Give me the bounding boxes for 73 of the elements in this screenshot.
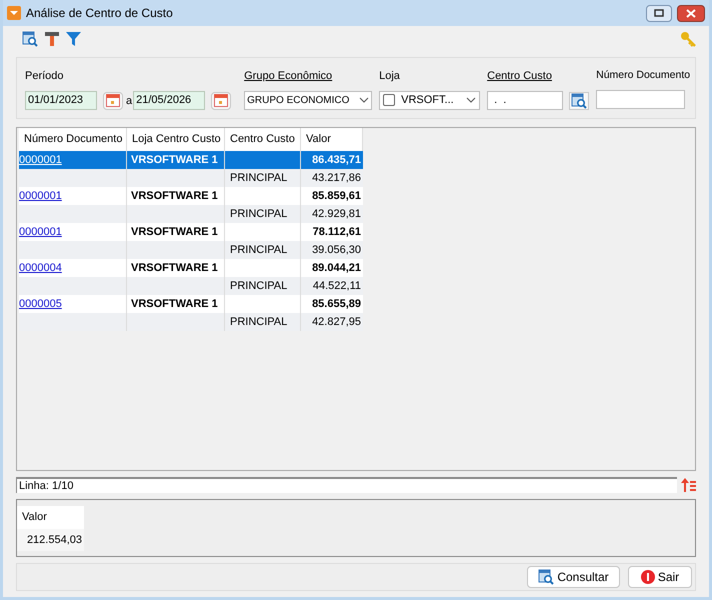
document-link[interactable]: 0000001 [19,152,62,168]
range-separator: a [126,94,132,109]
lookup-button[interactable] [569,92,590,110]
hammer-icon [44,31,60,47]
table-cell-text: 85.655,89 [312,296,361,312]
filter-icon [66,31,81,47]
document-link[interactable]: 0000005 [19,296,62,312]
field-label: Número Documento [596,68,690,83]
sort-icon [681,477,696,493]
store-dropdown[interactable]: VRSOFT... [379,90,480,110]
table-cell-text: 42.929,81 [312,206,361,222]
date-field[interactable]: 01/01/2023 [25,90,97,110]
table-row[interactable]: 0000001 VRSOFTWARE 1 78.112,61 [19,223,363,241]
status-bar: Linha: 1/10 [16,477,677,493]
app-icon [7,6,21,20]
restore-button[interactable] [646,4,672,22]
exit-button[interactable]: Sair [628,566,692,588]
tools-button[interactable] [44,31,60,47]
field-label: Período [25,69,65,84]
calendar-icon [106,94,120,107]
key-icon [680,31,696,47]
table-cell-text: 43.217,86 [312,170,361,186]
total-label: Valor [17,506,84,528]
calendar-button[interactable] [103,92,123,110]
close-button[interactable] [677,4,705,22]
search-icon [22,31,38,47]
sort-button[interactable] [681,477,696,493]
document-link[interactable]: 0000001 [19,188,62,204]
total-value: 212.554,03 [17,528,84,551]
date-field[interactable]: 21/05/2026 [133,90,206,110]
cost-center-field[interactable]: . . [487,90,564,110]
table-row[interactable]: 0000001 VRSOFTWARE 1 85.859,61 [19,187,363,205]
table-cell-text: VRSOFTWARE 1 [131,152,218,168]
table-cell-text: 44.522,11 [312,278,361,294]
search-button[interactable] [22,31,38,47]
field-label: Centro Custo [487,69,553,84]
consult-button[interactable]: Consultar [527,566,620,588]
table-cell-text: VRSOFTWARE 1 [131,296,218,312]
table-cell-text: 42.827,95 [312,314,361,330]
document-link[interactable]: 0000004 [19,260,62,276]
table-cell-text: 86.435,71 [312,152,361,168]
caret-icon [359,97,370,103]
table-cell-text: PRINCIPAL [230,170,288,186]
field-label: Loja [379,69,401,84]
calendar-button[interactable] [211,92,232,110]
table-row[interactable]: 0000004 VRSOFTWARE 1 89.044,21 [19,259,363,277]
search-icon [571,92,588,108]
table-cell-text: VRSOFTWARE 1 [131,224,218,240]
table-cell-text: PRINCIPAL [230,206,288,222]
table-cell-text: 39.056,30 [312,242,361,258]
window-title: Análise de Centro de Custo [26,5,173,22]
table-cell-text: 89.044,21 [312,260,361,276]
table-cell-text: PRINCIPAL [230,314,288,330]
table-cell-text: VRSOFTWARE 1 [131,260,218,276]
table-cell-text: PRINCIPAL [230,278,288,294]
filter-button[interactable] [66,31,81,47]
field-label: Grupo Econômico [244,69,334,84]
document-link[interactable]: 0000001 [19,224,62,240]
calendar-icon [214,94,228,107]
stop-icon [640,570,655,584]
search-icon [538,569,554,585]
group-dropdown[interactable]: GRUPO ECONOMICO [244,90,372,110]
table-row[interactable]: 0000001 VRSOFTWARE 1 86.435,71 [19,151,363,169]
table-cell-text: 85.859,61 [312,188,361,204]
document-field[interactable] [596,90,686,109]
restore-icon [654,9,664,17]
close-icon [686,8,696,18]
table-cell-text: PRINCIPAL [230,242,288,258]
table-cell-text: 78.112,61 [312,224,361,240]
table-row[interactable]: 0000005 VRSOFTWARE 1 85.655,89 [19,295,363,313]
checkbox[interactable] [383,94,396,106]
table-cell-text: VRSOFTWARE 1 [131,188,218,204]
caret-icon [466,97,476,103]
